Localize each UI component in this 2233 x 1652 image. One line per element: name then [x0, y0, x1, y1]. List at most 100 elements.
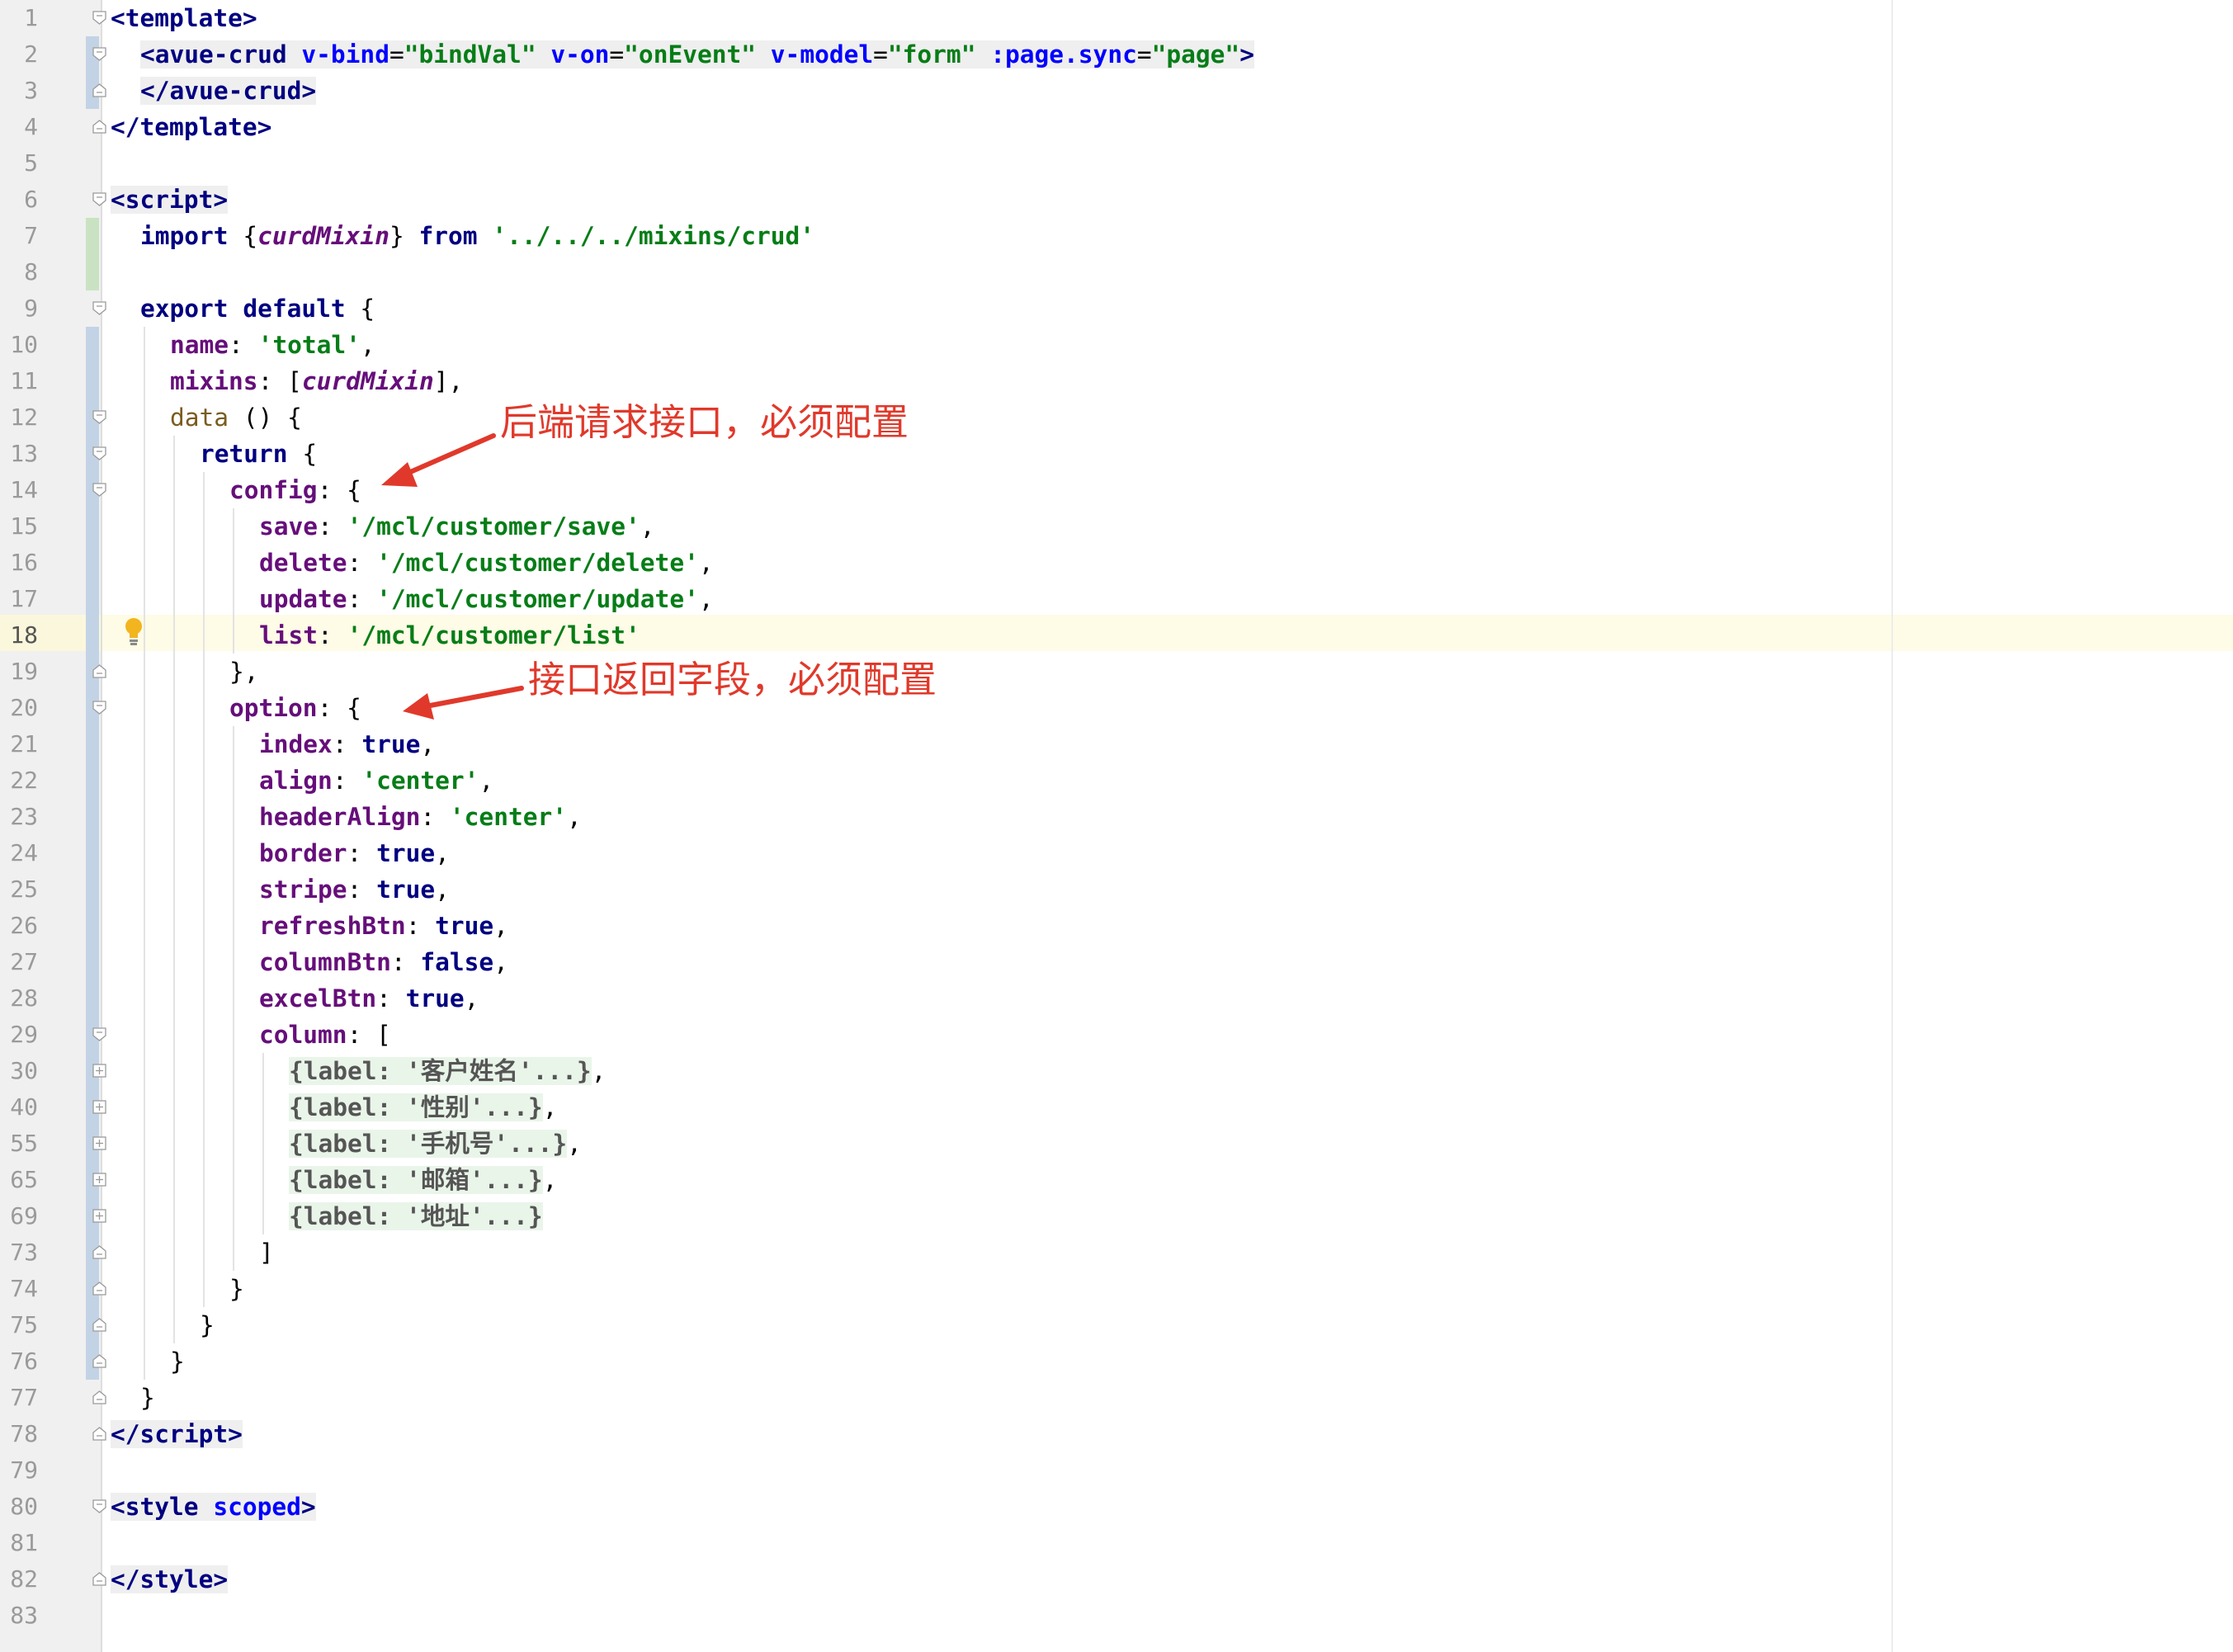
folded-region[interactable]: {label: '邮箱'...} — [289, 1166, 543, 1194]
line-number[interactable]: 74 — [0, 1271, 38, 1307]
code-line-2[interactable]: <avue-crud v-bind="bindVal" v-on="onEven… — [140, 36, 1254, 73]
fold-open-icon[interactable] — [92, 701, 106, 715]
vcs-added-marker[interactable] — [86, 218, 99, 290]
fold-end-icon[interactable] — [92, 1572, 106, 1586]
code-line-24[interactable]: border: true, — [259, 835, 450, 871]
line-number[interactable]: 80 — [0, 1489, 38, 1525]
line-number[interactable]: 77 — [0, 1380, 38, 1416]
fold-end-icon[interactable] — [92, 1390, 106, 1404]
line-number[interactable]: 19 — [0, 654, 38, 690]
expand-fold-icon[interactable] — [92, 1100, 106, 1114]
folded-region[interactable]: {label: '客户姓名'...} — [289, 1057, 592, 1085]
code-line-19[interactable]: }, — [229, 654, 259, 690]
folded-region[interactable]: {label: '地址'...} — [289, 1202, 543, 1230]
code-line-22[interactable]: align: 'center', — [259, 762, 493, 799]
fold-end-icon[interactable] — [92, 1281, 106, 1296]
line-number[interactable]: 28 — [0, 980, 38, 1017]
fold-end-icon[interactable] — [92, 1318, 106, 1332]
line-number[interactable]: 27 — [0, 944, 38, 980]
line-number[interactable]: 3 — [0, 73, 38, 109]
code-line-1[interactable]: <template> — [111, 0, 257, 36]
code-line-30[interactable]: {label: '客户姓名'...}, — [289, 1053, 606, 1089]
fold-end-icon[interactable] — [92, 120, 106, 134]
line-number[interactable]: 78 — [0, 1416, 38, 1452]
expand-fold-icon[interactable] — [92, 1064, 106, 1078]
line-number[interactable]: 13 — [0, 436, 38, 472]
folded-region[interactable]: {label: '手机号'...} — [289, 1130, 568, 1158]
code-line-23[interactable]: headerAlign: 'center', — [259, 799, 582, 835]
line-number[interactable]: 8 — [0, 254, 38, 290]
fold-end-icon[interactable] — [92, 83, 106, 97]
code-line-13[interactable]: return { — [200, 436, 317, 472]
line-number[interactable]: 69 — [0, 1198, 38, 1234]
line-number[interactable]: 14 — [0, 472, 38, 508]
code-line-21[interactable]: index: true, — [259, 726, 435, 762]
line-number[interactable]: 16 — [0, 545, 38, 581]
lightbulb-icon[interactable] — [124, 617, 144, 647]
code-line-40[interactable]: {label: '性别'...}, — [289, 1089, 557, 1126]
line-number[interactable]: 4 — [0, 109, 38, 145]
code-line-76[interactable]: } — [170, 1343, 185, 1380]
code-line-11[interactable]: mixins: [curdMixin], — [170, 363, 463, 399]
line-number[interactable]: 25 — [0, 871, 38, 908]
line-number[interactable]: 40 — [0, 1089, 38, 1126]
line-number[interactable]: 20 — [0, 690, 38, 726]
line-number[interactable]: 1 — [0, 0, 38, 36]
fold-open-icon[interactable] — [92, 301, 106, 315]
fold-open-icon[interactable] — [92, 1499, 106, 1513]
line-number[interactable]: 18 — [0, 617, 38, 654]
fold-open-icon[interactable] — [92, 1027, 106, 1041]
code-line-16[interactable]: delete: '/mcl/customer/delete', — [259, 545, 714, 581]
expand-fold-icon[interactable] — [92, 1209, 106, 1223]
fold-end-icon[interactable] — [92, 1245, 106, 1259]
fold-open-icon[interactable] — [92, 483, 106, 497]
line-number[interactable]: 7 — [0, 218, 38, 254]
line-number[interactable]: 10 — [0, 327, 38, 363]
code-line-12[interactable]: data () { — [170, 399, 302, 436]
fold-open-icon[interactable] — [92, 410, 106, 424]
expand-fold-icon[interactable] — [92, 1173, 106, 1187]
line-number[interactable]: 55 — [0, 1126, 38, 1162]
line-number[interactable]: 11 — [0, 363, 38, 399]
line-number[interactable]: 5 — [0, 145, 38, 182]
code-line-25[interactable]: stripe: true, — [259, 871, 450, 908]
line-number[interactable]: 17 — [0, 581, 38, 617]
code-line-65[interactable]: {label: '邮箱'...}, — [289, 1162, 557, 1198]
code-line-26[interactable]: refreshBtn: true, — [259, 908, 508, 944]
code-line-55[interactable]: {label: '手机号'...}, — [289, 1126, 582, 1162]
code-line-27[interactable]: columnBtn: false, — [259, 944, 508, 980]
code-line-9[interactable]: export default { — [140, 290, 375, 327]
fold-end-icon[interactable] — [92, 664, 106, 678]
line-number[interactable]: 12 — [0, 399, 38, 436]
fold-open-icon[interactable] — [92, 192, 106, 206]
code-line-74[interactable]: } — [229, 1271, 244, 1307]
fold-open-icon[interactable] — [92, 11, 106, 25]
line-number[interactable]: 6 — [0, 182, 38, 218]
line-number[interactable]: 22 — [0, 762, 38, 799]
code-line-15[interactable]: save: '/mcl/customer/save', — [259, 508, 655, 545]
code-line-3[interactable]: </avue-crud> — [140, 73, 317, 109]
code-line-29[interactable]: column: [ — [259, 1017, 391, 1053]
code-line-73[interactable]: ] — [259, 1234, 274, 1271]
code-line-77[interactable]: } — [140, 1380, 155, 1416]
code-line-4[interactable]: </template> — [111, 109, 271, 145]
line-number[interactable]: 83 — [0, 1598, 38, 1634]
line-number[interactable]: 23 — [0, 799, 38, 835]
line-number[interactable]: 26 — [0, 908, 38, 944]
code-line-14[interactable]: config: { — [229, 472, 361, 508]
code-line-10[interactable]: name: 'total', — [170, 327, 375, 363]
code-line-18[interactable]: list: '/mcl/customer/list' — [259, 617, 640, 654]
fold-end-icon[interactable] — [92, 1354, 106, 1368]
line-number[interactable]: 2 — [0, 36, 38, 73]
code-line-80[interactable]: <style scoped> — [111, 1489, 316, 1525]
line-number[interactable]: 65 — [0, 1162, 38, 1198]
code-line-20[interactable]: option: { — [229, 690, 361, 726]
expand-fold-icon[interactable] — [92, 1136, 106, 1150]
line-number[interactable]: 30 — [0, 1053, 38, 1089]
code-line-7[interactable]: import {curdMixin} from '../../../mixins… — [140, 218, 814, 254]
folded-region[interactable]: {label: '性别'...} — [289, 1093, 543, 1121]
line-number[interactable]: 81 — [0, 1525, 38, 1561]
line-number[interactable]: 79 — [0, 1452, 38, 1489]
code-line-82[interactable]: </style> — [111, 1561, 229, 1598]
line-number[interactable]: 76 — [0, 1343, 38, 1380]
